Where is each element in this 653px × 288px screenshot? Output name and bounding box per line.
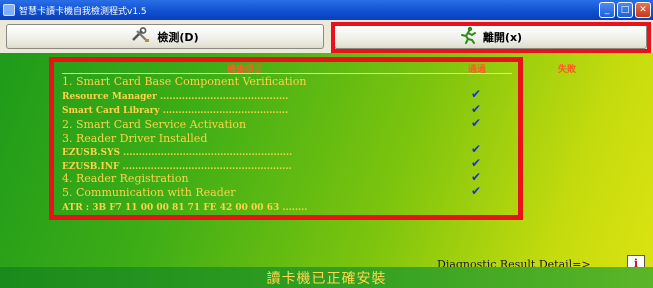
pass-check-icon: ✔ (471, 116, 482, 130)
title-bar: 智慧卡讀卡機自我檢測程式v1.5 _ □ ✕ (0, 0, 653, 20)
check-item: Smart Card Library .....................… (62, 106, 289, 116)
pass-check-icon: ✔ (471, 142, 482, 156)
window-title: 智慧卡讀卡機自我檢測程式v1.5 (19, 6, 147, 17)
check-item: EZUSB.SYS ..............................… (62, 148, 293, 158)
check-item: 5. Communication with Reader (62, 186, 236, 199)
status-bar: 讀卡機已正確安裝 (0, 267, 653, 288)
pass-check-icon: ✔ (471, 102, 482, 116)
maximize-button[interactable]: □ (617, 2, 633, 18)
tools-icon (131, 27, 151, 46)
check-item: Resource Manager .......................… (62, 92, 289, 102)
close-button[interactable]: ✕ (635, 2, 651, 18)
status-message: 讀卡機已正確安裝 (266, 270, 387, 287)
pass-check-icon: ✔ (471, 170, 482, 184)
check-item: 4. Reader Registration (62, 172, 189, 185)
header-fail: 失敗 (558, 65, 577, 75)
header-divider (62, 73, 512, 74)
check-item: 3. Reader Driver Installed (62, 132, 208, 145)
check-item: 2. Smart Card Service Activation (62, 118, 247, 131)
check-item: 1. Smart Card Base Component Verificatio… (62, 75, 307, 88)
detect-button-label: 檢測(D) (157, 30, 199, 44)
detect-button[interactable]: 檢測(D) (6, 24, 324, 49)
pass-check-icon: ✔ (471, 87, 482, 101)
minimize-button[interactable]: _ (599, 2, 615, 18)
check-item: ATR : 3B F7 11 00 00 81 71 FE 42 00 00 6… (62, 203, 308, 213)
window-controls: _ □ ✕ (599, 2, 651, 18)
exit-highlight-frame (331, 22, 651, 53)
pass-check-icon: ✔ (471, 184, 482, 198)
pass-check-icon: ✔ (471, 156, 482, 170)
check-item: EZUSB.INF ..............................… (62, 162, 292, 172)
app-icon (3, 4, 15, 16)
